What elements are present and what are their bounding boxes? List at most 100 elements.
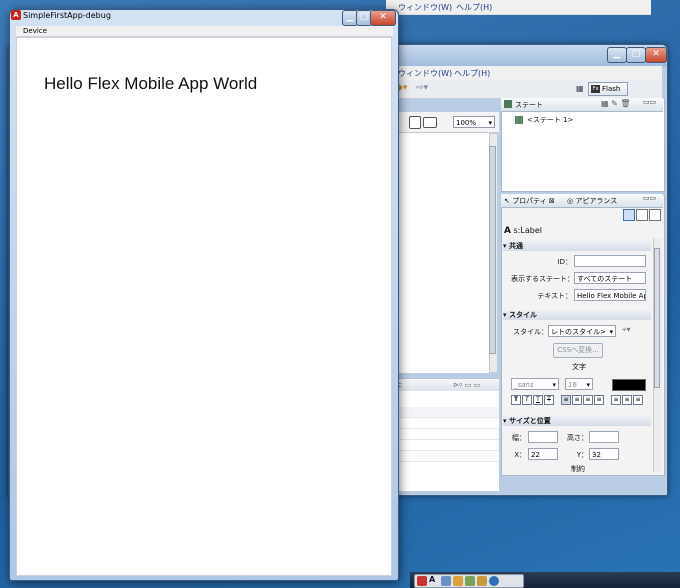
component-name: A s:Label bbox=[504, 226, 542, 236]
section-size-position[interactable]: ▾ サイズと位置 bbox=[503, 416, 651, 426]
states-icon bbox=[504, 100, 512, 108]
italic-icon[interactable]: T bbox=[522, 395, 532, 405]
menu-help[interactable]: ヘルプ(H) bbox=[456, 2, 492, 13]
x-label: X： bbox=[514, 451, 526, 459]
state-label: 表示するステート： bbox=[511, 275, 574, 283]
bottom-panel: oc ⊳▿ ▭ ▭ bbox=[389, 378, 499, 491]
tab-properties[interactable]: ↖ プロパティ ⊠ bbox=[504, 196, 555, 206]
underline-icon[interactable]: T bbox=[533, 395, 543, 405]
id-field[interactable] bbox=[574, 255, 646, 267]
app-menubar bbox=[16, 26, 393, 37]
style-select[interactable]: レトのスタイル> ▾ bbox=[548, 325, 616, 337]
section-style[interactable]: ▾ スタイル bbox=[503, 310, 651, 320]
language-bar[interactable]: A bbox=[414, 574, 524, 588]
perspective-flash-button[interactable]: Fx Flash bbox=[588, 82, 628, 96]
bottom-panel-rows bbox=[389, 407, 499, 471]
label-component-icon: A bbox=[504, 226, 511, 236]
adobe-air-icon: A bbox=[11, 10, 21, 20]
category-view-icon[interactable] bbox=[636, 209, 648, 221]
height-field[interactable] bbox=[589, 431, 619, 443]
height-label: 高さ： bbox=[567, 434, 588, 442]
editor-scroll-thumb[interactable] bbox=[489, 146, 496, 354]
strikethrough-icon[interactable]: T bbox=[544, 395, 554, 405]
font-size-select[interactable]: 16 ▾ bbox=[565, 378, 593, 390]
ide-menubar: ウィンドウ(W) ヘルプ(H) bbox=[386, 0, 651, 15]
align-center-icon[interactable]: ≡ bbox=[572, 395, 582, 405]
id-label: ID： bbox=[557, 258, 572, 266]
align-justify-icon[interactable]: ≡ bbox=[594, 395, 604, 405]
width-field[interactable] bbox=[528, 431, 558, 443]
properties-scroll-thumb[interactable] bbox=[654, 248, 660, 388]
style-paint-icon[interactable]: ⌖▾ bbox=[622, 325, 631, 335]
ime-mode-icon[interactable] bbox=[441, 576, 451, 586]
zoom-select[interactable]: 100% ▾ bbox=[453, 116, 495, 128]
design-canvas[interactable] bbox=[389, 133, 489, 373]
menu-help[interactable]: ヘルプ(H) bbox=[454, 68, 490, 79]
chevron-down-icon: ▾ bbox=[586, 381, 590, 389]
width-label: 幅： bbox=[512, 434, 526, 442]
ime-pad-icon[interactable] bbox=[453, 576, 463, 586]
menu-device[interactable]: Device bbox=[23, 27, 47, 35]
app-close-button[interactable]: ✕ bbox=[370, 10, 396, 26]
menu-window[interactable]: ウィンドウ(W) bbox=[398, 68, 452, 79]
text-color-swatch[interactable] bbox=[612, 379, 646, 391]
text-format-buttons: T T T T ≡ ≡ ≡ ≡ ≡ ≡ ≡ bbox=[511, 395, 647, 405]
state-icon bbox=[515, 116, 523, 124]
properties-icon: ↖ bbox=[504, 197, 510, 205]
x-field[interactable]: 22 bbox=[528, 448, 558, 460]
text-label: テキスト： bbox=[537, 292, 572, 300]
chevron-down-icon: ▾ bbox=[552, 381, 556, 389]
panel-minimize-icon[interactable]: ▭▭ bbox=[643, 98, 656, 106]
chevron-down-icon: ▾ bbox=[609, 328, 613, 336]
bottom-panel-tab[interactable]: oc ⊳▿ ▭ ▭ bbox=[389, 379, 499, 391]
text-heading: 文字 bbox=[572, 363, 586, 371]
text-field[interactable]: Hello Flex Mobile Ap bbox=[574, 289, 646, 301]
minimize-button[interactable]: ▁ bbox=[607, 47, 627, 63]
menu-window[interactable]: ウィンドウ(W) bbox=[398, 2, 452, 13]
app-window-title: SimpleFirstApp-debug bbox=[23, 11, 111, 20]
convert-css-button[interactable]: CSSへ変換... bbox=[553, 343, 603, 358]
state-item[interactable]: <ステート 1> bbox=[515, 115, 573, 125]
menubar-bg: ウィンドウ(W) ヘルプ(H) bbox=[386, 66, 662, 80]
properties-tab-bar: ↖ プロパティ ⊠ ◎ アピアランス ▭▭ bbox=[501, 194, 663, 208]
forward-icon[interactable]: ⇨▾ bbox=[416, 83, 428, 93]
alpha-view-icon[interactable] bbox=[649, 209, 661, 221]
style-label: スタイル： bbox=[513, 328, 548, 336]
appearance-icon: ◎ bbox=[567, 197, 574, 205]
align-end-icon[interactable]: ≡ bbox=[633, 395, 643, 405]
y-label: Y： bbox=[576, 451, 588, 459]
device-portrait-icon[interactable] bbox=[409, 116, 421, 129]
ide-toolbar: ◆▾ ⇨▾ ▦ Fx Flash bbox=[386, 80, 662, 99]
states-tab[interactable]: ステート ▦ ✎ 🗑 ▭▭ bbox=[501, 98, 663, 112]
align-left-icon[interactable]: ≡ bbox=[561, 395, 571, 405]
align-middle-icon[interactable]: ≡ bbox=[622, 395, 632, 405]
ime-dictionary-icon[interactable] bbox=[477, 576, 487, 586]
ime-icon[interactable] bbox=[417, 576, 427, 586]
new-state-icon[interactable]: ▦ ✎ 🗑 bbox=[601, 99, 631, 108]
input-mode-icon[interactable]: A bbox=[429, 575, 435, 584]
tab-appearance[interactable]: ◎ アピアランス bbox=[567, 196, 617, 206]
flash-icon: Fx bbox=[591, 85, 600, 93]
section-common[interactable]: ▾ 共通 bbox=[503, 241, 651, 251]
ime-tools-icon[interactable] bbox=[465, 576, 475, 586]
app-canvas bbox=[16, 37, 392, 576]
help-icon[interactable] bbox=[489, 576, 499, 586]
perspective-icon[interactable]: ▦ bbox=[576, 84, 584, 93]
chevron-down-icon: ▾ bbox=[488, 119, 492, 127]
maximize-button[interactable]: □ bbox=[626, 47, 646, 63]
states-panel bbox=[501, 98, 665, 192]
panel-minimize-icon[interactable]: ▭▭ bbox=[643, 194, 656, 202]
align-start-icon[interactable]: ≡ bbox=[611, 395, 621, 405]
view-mode-buttons bbox=[623, 209, 661, 221]
device-landscape-icon[interactable] bbox=[423, 117, 437, 128]
font-select[interactable]: _sans ▾ bbox=[511, 378, 559, 390]
constraint-heading: 制約 bbox=[571, 465, 585, 473]
bold-icon[interactable]: T bbox=[511, 395, 521, 405]
close-button[interactable]: ✕ bbox=[645, 47, 667, 63]
state-field[interactable]: すべてのステート bbox=[574, 272, 646, 284]
hello-label: Hello Flex Mobile App World bbox=[44, 74, 258, 93]
standard-view-icon[interactable] bbox=[623, 209, 635, 221]
align-right-icon[interactable]: ≡ bbox=[583, 395, 593, 405]
y-field[interactable]: 32 bbox=[589, 448, 619, 460]
panel-menu-icon[interactable]: ⊳▿ ▭ ▭ bbox=[453, 381, 480, 389]
